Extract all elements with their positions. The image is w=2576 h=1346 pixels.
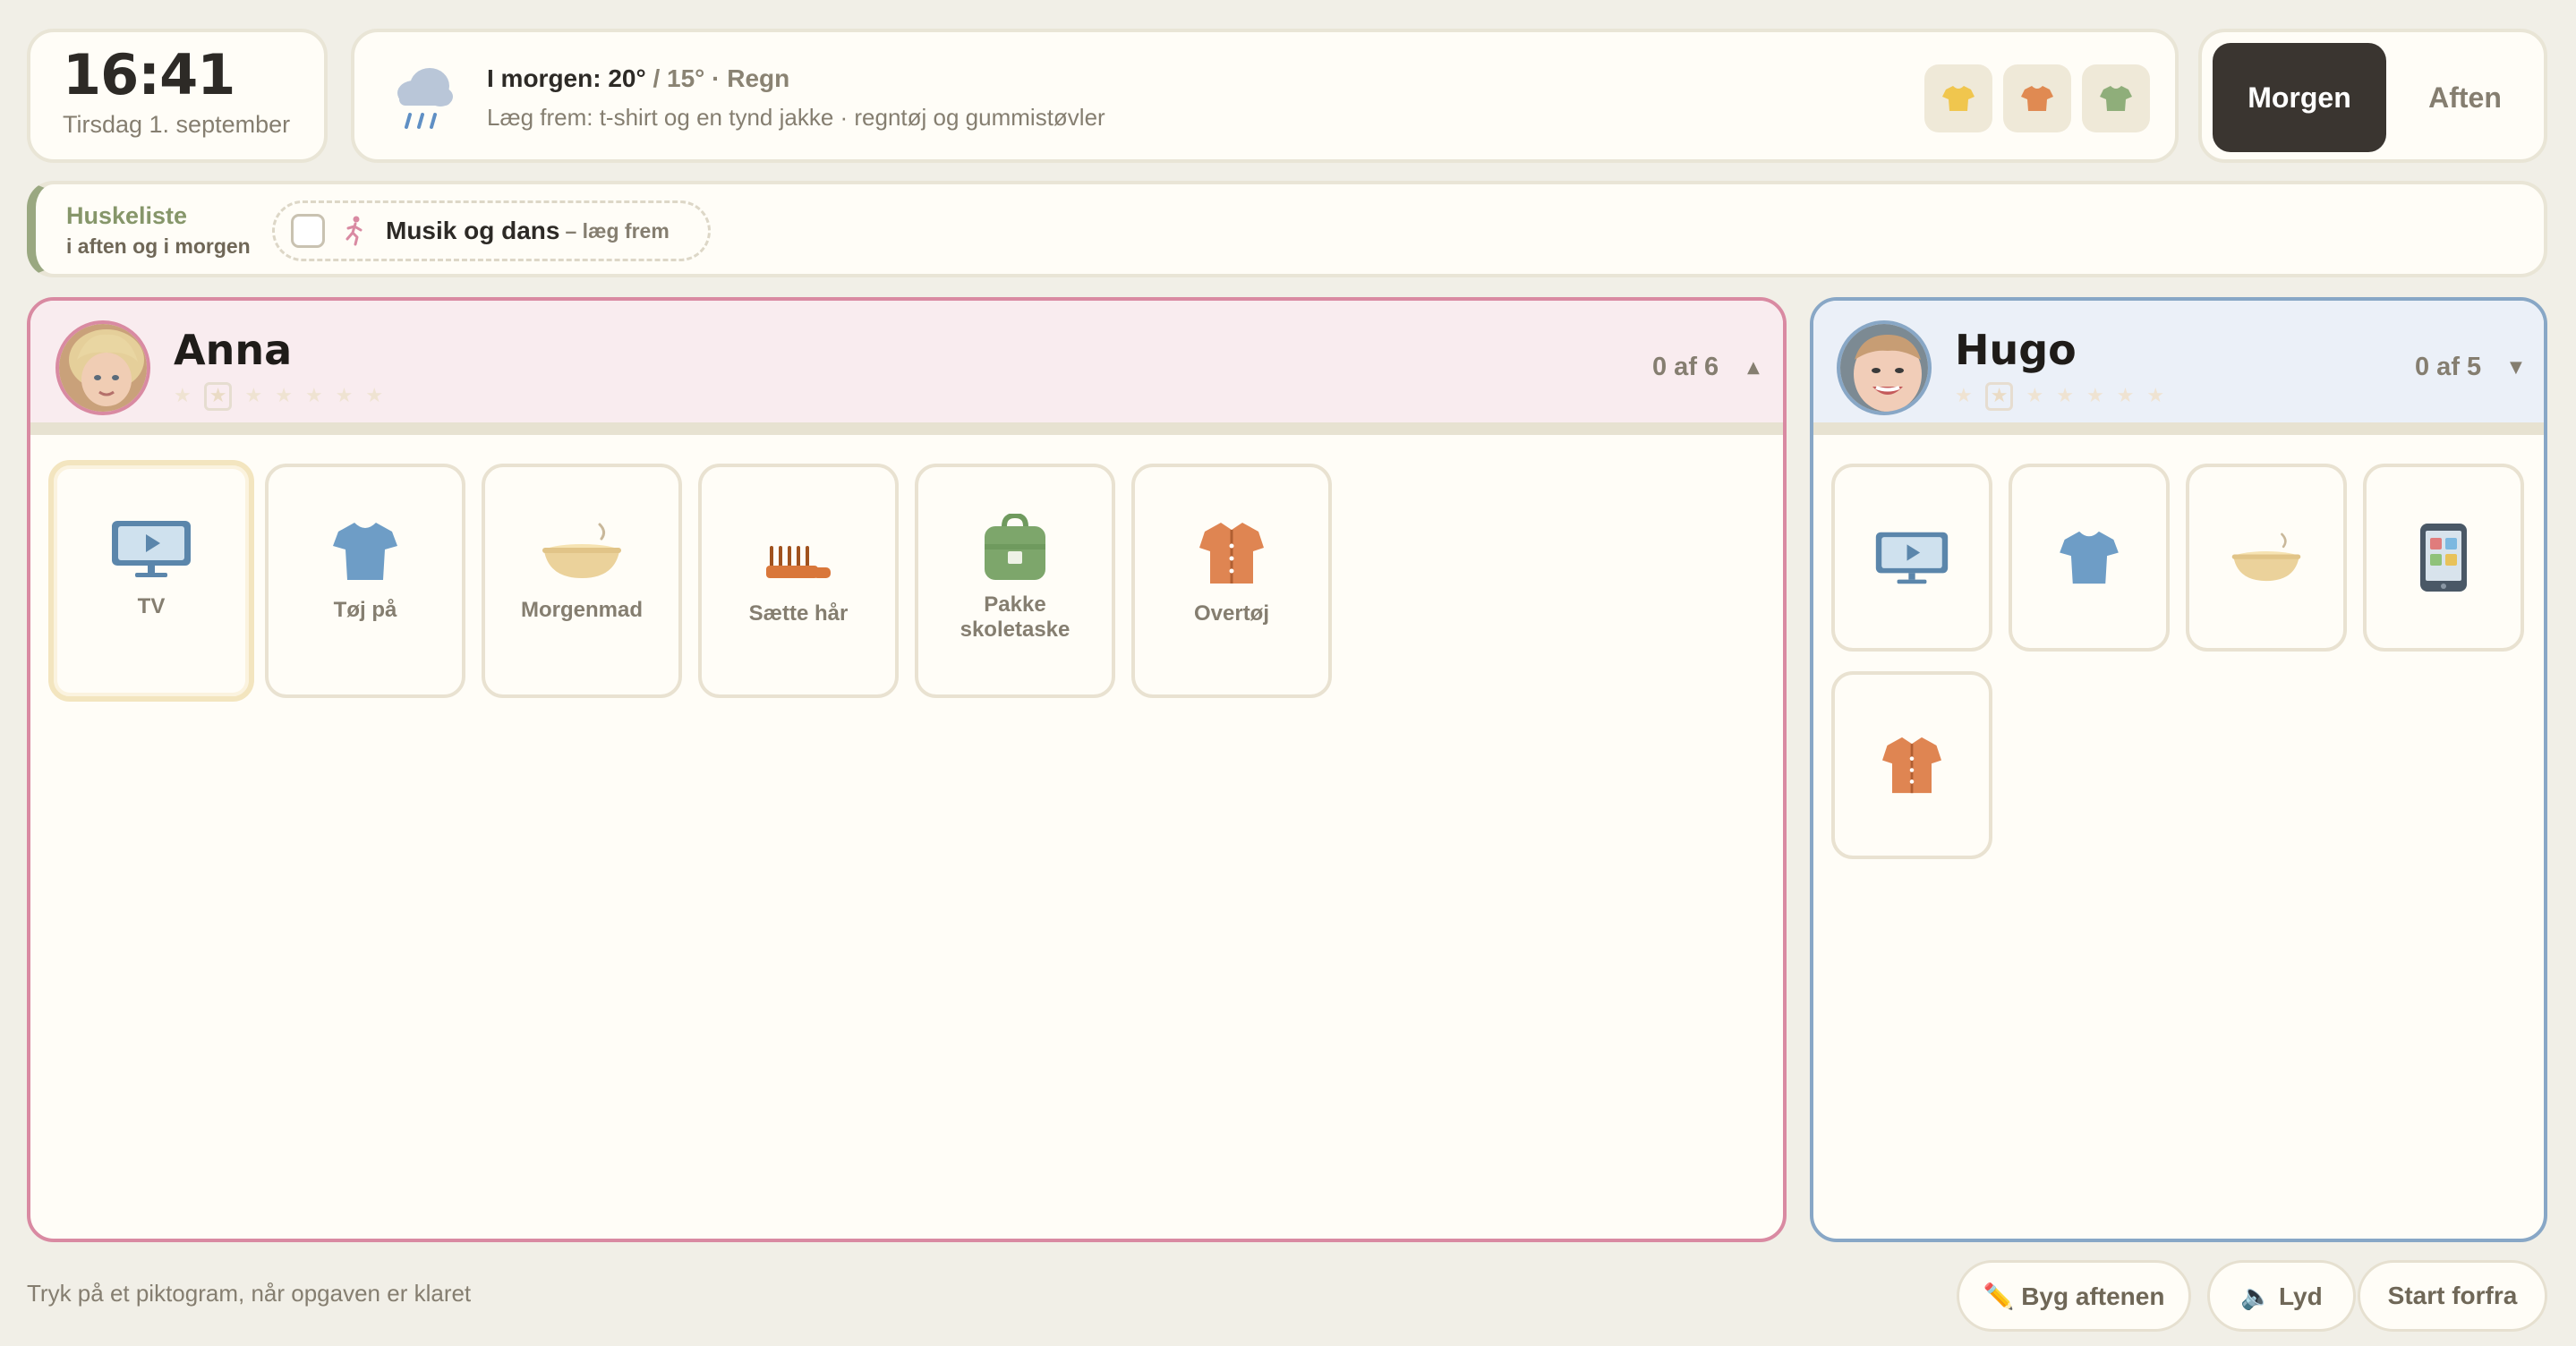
- restart-button[interactable]: Start forfra: [2358, 1260, 2547, 1332]
- task-get-dressed[interactable]: Tøj på: [265, 464, 465, 698]
- green-shirt-chip[interactable]: [2082, 64, 2150, 132]
- reminder-subtitle: i aften og i morgen: [66, 234, 251, 258]
- star-icon: ★: [365, 385, 384, 407]
- star-icon: ★: [304, 385, 323, 407]
- chevron-down-icon[interactable]: ▼: [2510, 358, 2522, 377]
- star-icon: ★: [2026, 385, 2044, 407]
- task-pack-bag[interactable]: Pakke skoletaske: [915, 464, 1115, 698]
- chevron-up-icon[interactable]: ▲: [1747, 358, 1760, 377]
- clock-date: Tirsdag 1. september: [63, 111, 291, 139]
- task-tablet[interactable]: [2363, 464, 2524, 652]
- school-bag-icon: [985, 514, 1045, 580]
- footer-hint: Tryk på et piktogram, når opgaven er kla…: [27, 1280, 472, 1307]
- task-breakfast[interactable]: Morgenmad: [482, 464, 682, 698]
- morning-mode-button[interactable]: Morgen: [2213, 43, 2386, 152]
- task-label: Morgenmad: [520, 598, 643, 622]
- dance-icon: [343, 216, 366, 246]
- task-label: Sætte hår: [748, 601, 849, 626]
- task-outerwear[interactable]: [1831, 671, 1992, 859]
- star-icon: ★: [335, 385, 354, 407]
- task-tv[interactable]: [1831, 464, 1992, 652]
- star-icon: ★: [203, 382, 233, 411]
- star-icon: ★: [1955, 385, 1973, 407]
- orange-shirt-icon: [2021, 86, 2053, 111]
- hugo-progress: 0 af 5: [2415, 353, 2482, 381]
- anna-panel: Anna ★ ★ ★ ★ ★ ★ ★ 0 af 6 ▲ TV Tøj på Mo…: [27, 297, 1787, 1242]
- weather-low: / 15° · Regn: [653, 64, 790, 92]
- reminder-bar: Huskeliste i aften og i morgen Musik og …: [27, 181, 2547, 277]
- reminder-item-label: Musik og dans: [386, 217, 560, 244]
- anna-stars: ★ ★ ★ ★ ★ ★ ★: [174, 382, 384, 411]
- shirt-icon: [2060, 531, 2119, 584]
- weather-forecast: I morgen: 20° / 15° · Regn: [487, 64, 789, 93]
- hugo-stars: ★ ★ ★ ★ ★ ★ ★: [1955, 382, 2165, 411]
- build-evening-button[interactable]: ✏️ Byg aftenen: [1957, 1260, 2191, 1332]
- anna-progress: 0 af 6: [1652, 353, 1719, 381]
- task-label: Tøj på: [333, 598, 397, 622]
- star-icon: ★: [2116, 385, 2135, 407]
- tablet-icon: [2420, 524, 2467, 592]
- star-icon: ★: [244, 385, 263, 407]
- green-shirt-icon: [2100, 86, 2132, 111]
- clock-card: 16:41 Tirsdag 1. september: [27, 29, 328, 163]
- task-breakfast[interactable]: [2186, 464, 2347, 652]
- task-label: Overtøj: [1193, 601, 1270, 626]
- porridge-bowl-icon: [2231, 532, 2301, 582]
- weather-card: I morgen: 20° / 15° · Regn Læg frem: t-s…: [351, 29, 2179, 163]
- task-hair[interactable]: Sætte hår: [698, 464, 899, 698]
- reminder-title: Huskeliste: [66, 202, 188, 229]
- task-label: TV: [137, 594, 166, 618]
- mode-toggle: Morgen Aften: [2198, 29, 2547, 163]
- hugo-panel: Hugo ★ ★ ★ ★ ★ ★ ★ 0 af 5 ▼: [1810, 297, 2547, 1242]
- orange-shirt-chip[interactable]: [2003, 64, 2071, 132]
- hugo-name: Hugo: [1955, 326, 2077, 374]
- rain-cloud-icon: [397, 68, 453, 129]
- shirt-icon: [333, 523, 397, 580]
- tv-icon: [1875, 532, 1949, 584]
- hugo-avatar: [1837, 320, 1932, 415]
- weather-high: I morgen: 20°: [487, 64, 646, 92]
- star-icon: ★: [275, 385, 293, 407]
- yellow-shirt-icon: [1942, 86, 1975, 111]
- task-get-dressed[interactable]: [2009, 464, 2170, 652]
- yellow-shirt-chip[interactable]: [1924, 64, 1992, 132]
- star-icon: ★: [2056, 385, 2074, 407]
- evening-mode-button[interactable]: Aften: [2390, 43, 2540, 152]
- star-icon: ★: [1984, 382, 2014, 411]
- anna-header[interactable]: Anna ★ ★ ★ ★ ★ ★ ★ 0 af 6 ▲: [30, 301, 1783, 435]
- star-icon: ★: [2086, 385, 2104, 407]
- sound-button[interactable]: 🔈 Lyd: [2207, 1260, 2356, 1332]
- hairbrush-icon: [766, 546, 831, 578]
- task-outerwear[interactable]: Overtøj: [1131, 464, 1332, 698]
- jacket-icon: [1199, 523, 1264, 584]
- jacket-icon: [1882, 737, 1941, 794]
- hugo-header[interactable]: Hugo ★ ★ ★ ★ ★ ★ ★ 0 af 5 ▼: [1813, 301, 2544, 435]
- task-label: Pakke skoletaske: [960, 592, 1070, 642]
- tv-icon: [112, 521, 191, 577]
- reminder-item-note: – læg frem: [565, 218, 670, 243]
- anna-avatar: [55, 320, 150, 415]
- task-tv[interactable]: TV: [48, 460, 254, 702]
- clock-time: 16:41: [63, 42, 235, 107]
- reminder-item[interactable]: Musik og dans – læg frem: [272, 200, 711, 261]
- anna-name: Anna: [174, 326, 293, 374]
- star-icon: ★: [2146, 385, 2165, 407]
- star-icon: ★: [174, 385, 192, 407]
- weather-advice: Læg frem: t-shirt og en tynd jakke · reg…: [487, 104, 1105, 131]
- reminder-checkbox[interactable]: [291, 214, 325, 248]
- porridge-bowl-icon: [542, 523, 621, 578]
